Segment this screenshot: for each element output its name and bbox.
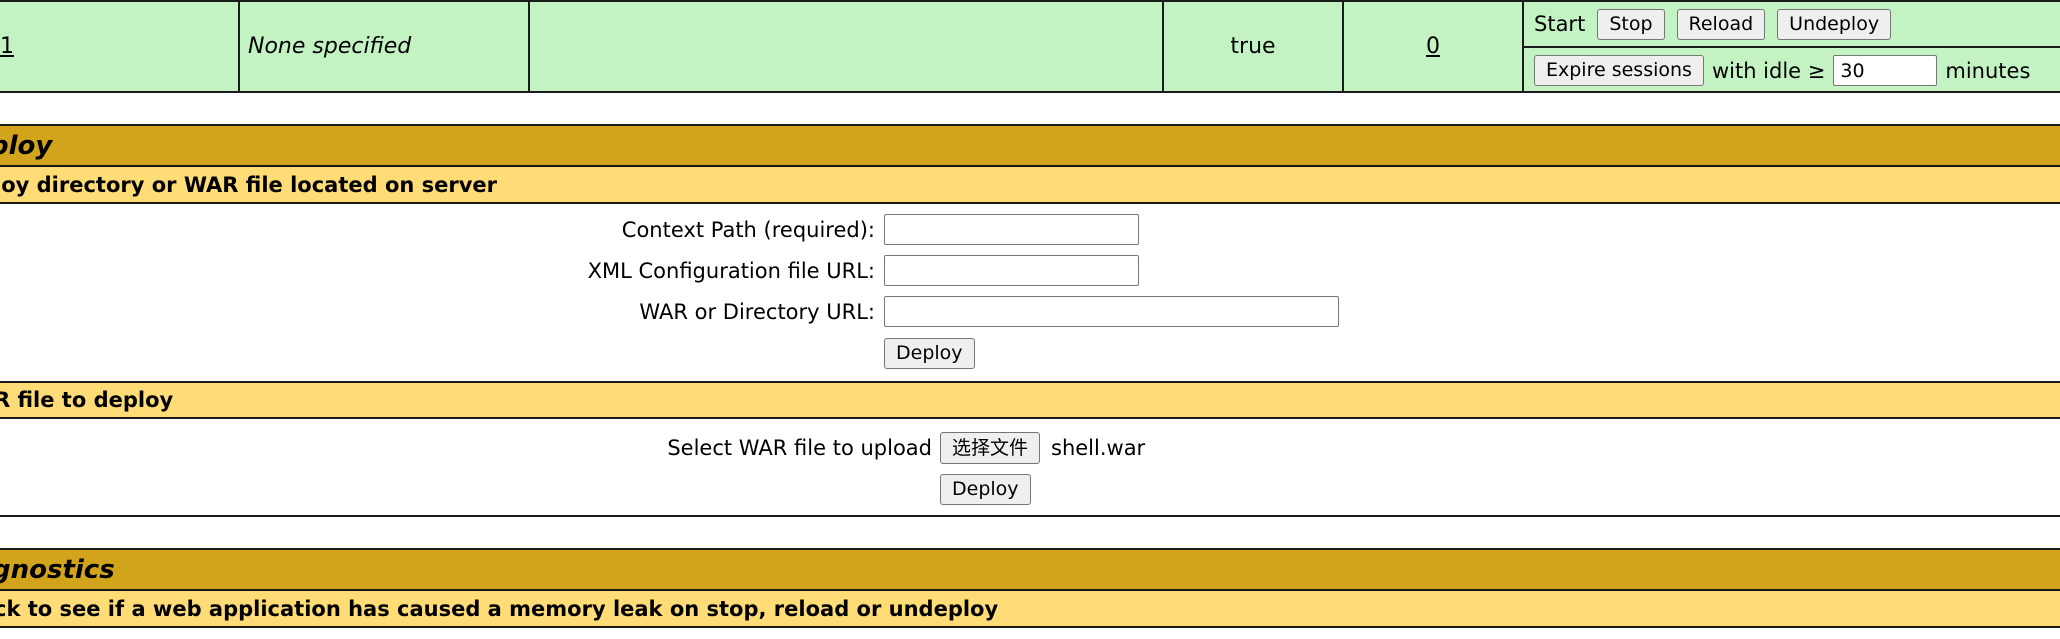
app-path-cell: 1: [0, 2, 240, 91]
app-running-cell: true: [1164, 2, 1344, 91]
deploy-title-text: ploy: [0, 130, 53, 161]
reload-button[interactable]: Reload: [1676, 8, 1766, 40]
xml-config-input[interactable]: [884, 255, 1139, 286]
app-version: None specified: [248, 34, 412, 59]
app-sessions-link[interactable]: 0: [1426, 34, 1440, 59]
upload-section-bottom-rule: [0, 515, 2060, 517]
server-deploy-subtitle: loy directory or WAR file located on ser…: [0, 167, 2060, 204]
commands-expire: Expire sessions with idle ≥ minutes: [1524, 48, 2060, 93]
app-sessions-cell: 0: [1344, 2, 1524, 91]
idle-minutes-input[interactable]: [1833, 55, 1938, 86]
upload-deploy-button[interactable]: Deploy: [940, 474, 1031, 505]
war-dir-input[interactable]: [884, 296, 1339, 327]
diagnostics-subtitle: ck to see if a web application has cause…: [0, 591, 2060, 628]
diagnostics-section-title: gnostics: [0, 548, 2060, 591]
manager-page: 1 None specified true 0 Start Stop Reloa…: [0, 0, 2060, 639]
xml-config-label: XML Configuration file URL:: [587, 259, 875, 283]
undeploy-button[interactable]: Undeploy: [1777, 8, 1892, 40]
upload-deploy-subtitle-text: R file to deploy: [0, 388, 174, 412]
war-dir-label: WAR or Directory URL:: [639, 300, 875, 324]
app-path-link[interactable]: 1: [0, 34, 14, 59]
commands-primary: Start Stop Reload Undeploy: [1524, 2, 2060, 48]
stop-button[interactable]: Stop: [1597, 8, 1665, 40]
app-version-cell: None specified: [240, 2, 530, 91]
server-deploy-button[interactable]: Deploy: [884, 338, 975, 369]
context-path-label: Context Path (required):: [621, 218, 875, 242]
with-idle-label: with idle ≥: [1711, 58, 1826, 83]
app-commands-cell: Start Stop Reload Undeploy Expire sessio…: [1524, 2, 2060, 91]
diagnostics-subtitle-text: ck to see if a web application has cause…: [0, 596, 999, 621]
app-display-name-cell: [530, 2, 1164, 91]
start-label: Start: [1534, 12, 1586, 36]
server-deploy-subtitle-text: loy directory or WAR file located on ser…: [0, 172, 498, 197]
deploy-section-title: ploy: [0, 124, 2060, 167]
upload-deploy-subtitle: R file to deploy: [0, 381, 2060, 419]
application-row: 1 None specified true 0 Start Stop Reloa…: [0, 0, 2060, 93]
minutes-label: minutes: [1945, 58, 2031, 83]
diagnostics-title-text: gnostics: [0, 554, 115, 585]
chosen-file-name: shell.war: [1051, 436, 1146, 460]
app-running-status: true: [1230, 34, 1276, 59]
choose-file-button[interactable]: 选择文件: [940, 432, 1041, 464]
expire-sessions-button[interactable]: Expire sessions: [1534, 55, 1704, 86]
context-path-input[interactable]: [884, 214, 1139, 245]
select-war-label: Select WAR file to upload: [667, 436, 932, 460]
